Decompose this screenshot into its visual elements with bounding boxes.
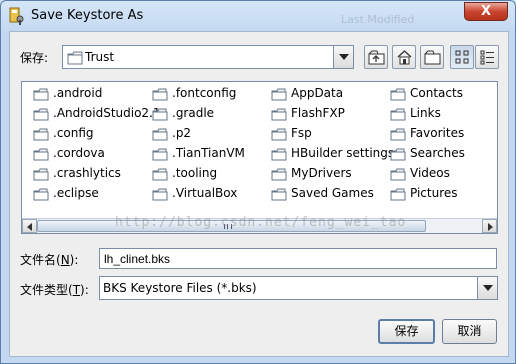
file-item-label: MyDrivers [291, 166, 352, 180]
file-item-label: .eclipse [53, 186, 99, 200]
background-ghost-text: Last Modified [341, 13, 415, 26]
look-in-combobox[interactable]: Trust [62, 45, 354, 69]
horizontal-scrollbar[interactable] [22, 218, 497, 233]
filetype-combobox[interactable]: BKS Keystore Files (*.bks) [99, 276, 498, 300]
home-icon [397, 50, 412, 65]
folder-icon [271, 108, 287, 121]
folder-icon [33, 128, 49, 141]
folder-icon [271, 168, 287, 181]
file-item-label: .p2 [172, 126, 192, 140]
folder-icon [390, 128, 406, 141]
file-item-label: AppData [291, 86, 344, 100]
details-view-button[interactable] [475, 45, 499, 69]
file-item-label: .TianTianVM [172, 146, 245, 160]
details-view-icon [480, 50, 494, 65]
file-item-label: .AndroidStudio2.1 [53, 106, 161, 120]
folder-icon [33, 148, 49, 161]
filename-field[interactable] [99, 248, 497, 269]
window-title: Save Keystore As [31, 8, 144, 23]
arrow-left-icon [27, 223, 32, 231]
folder-icon [271, 188, 287, 201]
folder-icon [152, 108, 168, 121]
file-item-label: Contacts [410, 86, 463, 100]
filename-label: 文件名(N): [20, 253, 79, 267]
file-item-label: .android [53, 86, 103, 100]
folder-icon [271, 88, 287, 101]
save-button[interactable]: 保存 [378, 319, 435, 344]
dialog-body: 保存: Trust .android .AndroidStudio2.1 .co… [9, 31, 509, 357]
file-item-label: Searches [410, 146, 465, 160]
folder-icon [33, 188, 49, 201]
folder-icon [390, 168, 406, 181]
file-list[interactable]: .android .AndroidStudio2.1 .config .cordova… [21, 81, 498, 234]
look-in-label: 保存: [20, 51, 49, 65]
folder-icon [33, 168, 49, 181]
folder-icon [271, 148, 287, 161]
folder-icon [152, 168, 168, 181]
arrow-right-icon [488, 223, 493, 231]
scroll-left-button[interactable] [22, 219, 37, 233]
file-item-label: .tooling [172, 166, 218, 180]
file-item-label: HBuilder settings [291, 146, 395, 160]
look-in-dropdown-button[interactable] [333, 46, 353, 68]
home-button[interactable] [392, 45, 416, 69]
filetype-value: BKS Keystore Files (*.bks) [103, 281, 257, 295]
file-item-label: .VirtualBox [172, 186, 238, 200]
new-folder-button[interactable] [420, 45, 444, 69]
filetype-label: 文件类型(T): [20, 283, 89, 297]
current-folder-value: Trust [85, 50, 115, 64]
keystore-app-icon [9, 7, 24, 25]
folder-icon [390, 88, 406, 101]
scrollbar-thumb[interactable] [37, 220, 426, 232]
file-item-label: Videos [410, 166, 450, 180]
folder-icon [271, 128, 287, 141]
folder-icon [390, 148, 406, 161]
up-one-level-button[interactable] [364, 45, 388, 69]
folder-icon [390, 108, 406, 121]
file-item-label: Favorites [410, 126, 465, 140]
save-dialog: Save Keystore As Last Modified X 保存: Tru… [0, 0, 516, 364]
scroll-right-button[interactable] [482, 219, 497, 233]
file-item-label: .config [53, 126, 94, 140]
folder-icon [152, 88, 168, 101]
folder-icon [390, 188, 406, 201]
folder-icon [152, 148, 168, 161]
file-item-label: FlashFXP [291, 106, 345, 120]
file-item-label: .gradle [172, 106, 215, 120]
close-icon: X [480, 4, 492, 19]
folder-icon [33, 88, 49, 101]
file-item-label: .cordova [53, 146, 105, 160]
chevron-down-icon [483, 285, 493, 291]
filetype-dropdown-button[interactable] [477, 277, 497, 299]
up-folder-icon [368, 50, 385, 65]
file-item-label: Saved Games [291, 186, 374, 200]
file-item-label: Fsp [291, 126, 312, 140]
file-item-label: .crashlytics [53, 166, 121, 180]
folder-icon [67, 51, 83, 65]
grip-icon [224, 224, 232, 229]
chevron-down-icon [339, 54, 349, 60]
close-button[interactable]: X [464, 2, 508, 21]
folder-icon [33, 108, 49, 121]
file-item-label: Links [410, 106, 441, 120]
new-folder-icon [424, 50, 441, 65]
folder-icon [152, 188, 168, 201]
file-item-label: .fontconfig [172, 86, 237, 100]
list-view-button[interactable] [450, 45, 474, 69]
title-bar[interactable]: Save Keystore As Last Modified X [1, 1, 515, 31]
list-view-icon [455, 50, 469, 64]
folder-icon [152, 128, 168, 141]
file-item-label: Pictures [410, 186, 458, 200]
cancel-button[interactable]: 取消 [442, 319, 497, 344]
